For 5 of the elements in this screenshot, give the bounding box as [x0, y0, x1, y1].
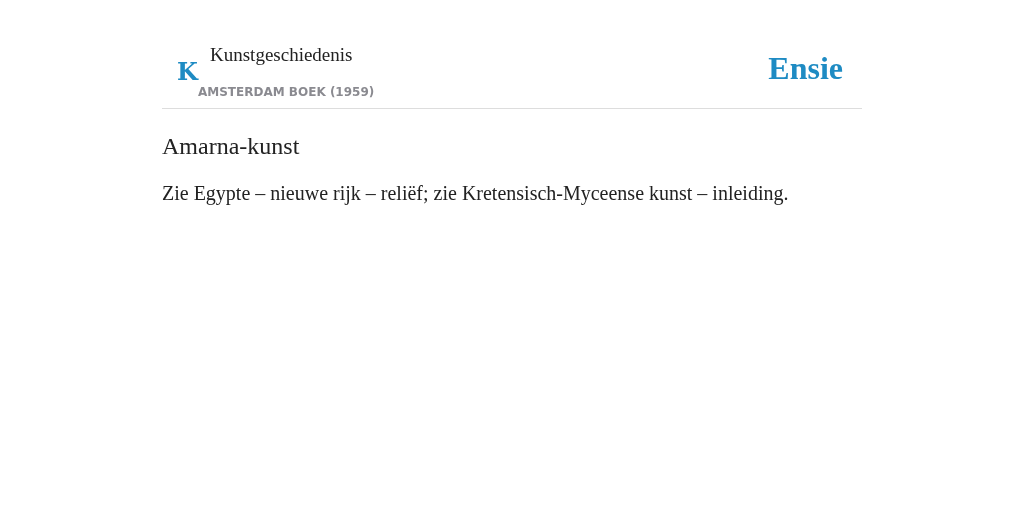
article-text: Zie Egypte – nieuwe rijk – reliëf; zie Kretensisch-Myceense kunst – inleiding.: [162, 182, 790, 205]
site-logo[interactable]: Ensie: [768, 50, 843, 87]
book-title: Kunstgeschiedenis: [210, 44, 354, 66]
article-title: Amarna-kunst: [162, 133, 301, 160]
publisher-label: AMSTERDAM BOEK (1959): [198, 85, 375, 99]
